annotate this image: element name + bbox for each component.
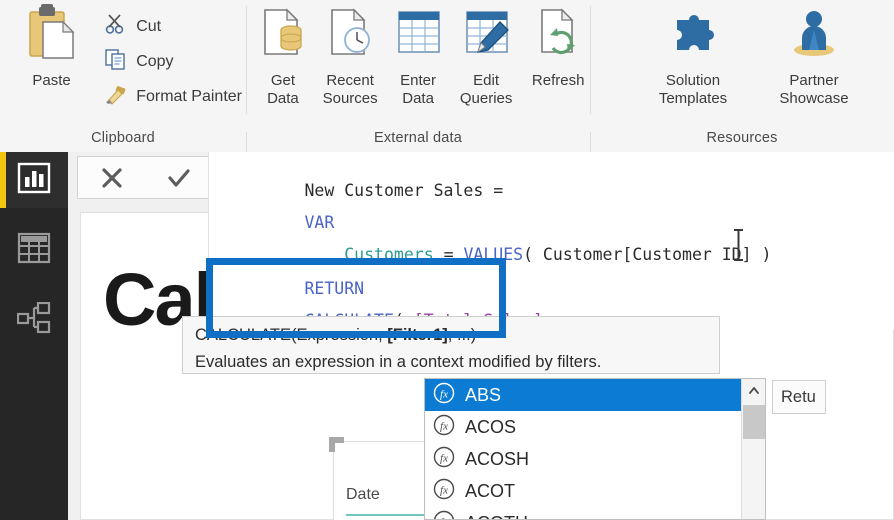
svg-text:fx: fx [440, 420, 448, 432]
recent-sources-label: Recent Sources [322, 72, 378, 107]
sidebar-item-model-view[interactable] [0, 292, 68, 348]
ribbon-group-labels: Clipboard External data Resources [0, 124, 894, 152]
relationships-icon [16, 301, 51, 339]
cut-label: Cut [136, 17, 162, 35]
function-fx-icon: fx [433, 478, 455, 505]
accept-formula-button[interactable] [145, 157, 212, 198]
get-data-label: Get Data [267, 72, 299, 107]
autocomplete-scrollbar[interactable] [741, 379, 765, 519]
enter-data-icon [392, 6, 444, 67]
function-fx-icon: fx [433, 382, 455, 409]
paste-label: Paste [32, 72, 71, 89]
copy-label: Copy [136, 52, 174, 70]
get-data-icon [257, 6, 309, 67]
code-token: = [433, 245, 464, 264]
partner-showcase-icon [786, 6, 842, 67]
formula-bar-actions [77, 156, 213, 199]
recent-sources-icon [324, 6, 376, 67]
sidebar-item-report-view[interactable] [0, 152, 68, 208]
ribbon: Paste Cut Copy Format Painter Get Data R… [0, 0, 894, 152]
group-label-clipboard: Clipboard [91, 130, 155, 146]
cancel-formula-button[interactable] [78, 157, 145, 198]
tooltip-signature: CALCULATE(Expression, [Filter1], ...) [195, 322, 707, 349]
format-painter-label: Format Painter [136, 87, 242, 105]
solution-templates-icon [665, 6, 721, 67]
edit-queries-button[interactable]: Edit Queries [452, 0, 521, 108]
clipboard-small-buttons: Cut Copy Format Painter [101, 0, 246, 113]
refresh-icon [532, 6, 584, 67]
return-button[interactable]: Retu [772, 380, 826, 414]
format-painter-button[interactable]: Format Painter [101, 80, 246, 113]
copy-button[interactable]: Copy [101, 45, 246, 78]
close-icon [101, 167, 122, 188]
paste-button[interactable]: Paste [12, 0, 91, 90]
table-grid-icon [17, 232, 51, 269]
refresh-button[interactable]: Refresh [526, 0, 590, 90]
format-painter-icon [105, 83, 127, 110]
partner-showcase-button[interactable]: Partner Showcase [759, 0, 869, 108]
svg-text:fx: fx [440, 452, 448, 464]
paste-icon [24, 4, 80, 67]
cut-button[interactable]: Cut [101, 10, 246, 43]
autocomplete-item-label: ACOT [465, 480, 516, 501]
partner-showcase-label: Partner Showcase [779, 72, 849, 107]
recent-sources-button[interactable]: Recent Sources [316, 0, 385, 108]
svg-text:fx: fx [440, 388, 448, 400]
dax-formula-editor[interactable]: New Customer Sales = VAR Customers = VAL… [208, 152, 894, 330]
report-view-selection-indicator [0, 152, 6, 208]
workspace: Cal Date Total 1/01/2015 2/01/2015 [0, 152, 894, 520]
svg-text:fx: fx [440, 484, 448, 496]
scrollbar-thumb[interactable] [743, 405, 765, 439]
enter-data-label: Enter Data [400, 72, 437, 107]
scissors-icon [105, 13, 127, 40]
autocomplete-item[interactable]: fx ACOTH [425, 507, 765, 520]
tooltip-description: Evaluates an expression in a context mod… [195, 353, 602, 371]
autocomplete-item-label: ACOS [465, 416, 517, 437]
tooltip-signature-suffix: , ...) [447, 326, 477, 344]
check-icon [167, 168, 190, 187]
group-label-resources: Resources [590, 130, 894, 152]
autocomplete-item[interactable]: fx ACOSH [425, 443, 765, 475]
text-cursor-icon [732, 228, 745, 262]
function-autocomplete-list[interactable]: fx ABS fx ACOS fx ACOSH fx ACOT [424, 378, 766, 520]
group-label-external-data: External data [246, 130, 590, 152]
tooltip-signature-bold: [Filter1] [387, 326, 448, 344]
power-bi-desktop-window: Paste Cut Copy Format Painter Get Data R… [0, 0, 894, 520]
tooltip-signature-prefix: CALCULATE(Expression, [195, 326, 388, 344]
enter-data-button[interactable]: Enter Data [390, 0, 445, 108]
copy-icon [105, 48, 127, 75]
view-navbar [0, 152, 68, 520]
svg-text:fx: fx [440, 516, 448, 520]
autocomplete-item-label: ABS [465, 384, 502, 405]
function-fx-icon: fx [433, 510, 455, 520]
code-token: VALUES [463, 245, 524, 264]
solution-templates-label: Solution Templates [658, 72, 728, 107]
autocomplete-item[interactable]: fx ABS [425, 379, 765, 411]
chevron-up-icon[interactable] [742, 379, 765, 403]
intellisense-tooltip: CALCULATE(Expression, [Filter1], ...) Ev… [182, 316, 720, 374]
resize-handle[interactable] [329, 437, 344, 452]
refresh-label: Refresh [531, 72, 585, 89]
bar-chart-icon [17, 161, 51, 200]
ribbon-group-resources: Solution Templates Partner Showcase [590, 0, 894, 124]
function-fx-icon: fx [433, 446, 455, 473]
function-fx-icon: fx [433, 414, 455, 441]
edit-queries-label: Edit Queries [459, 72, 513, 107]
autocomplete-item[interactable]: fx ACOS [425, 411, 765, 443]
get-data-button[interactable]: Get Data [256, 0, 310, 108]
edit-queries-icon [460, 6, 512, 67]
solution-templates-button[interactable]: Solution Templates [643, 0, 743, 108]
autocomplete-item-label: ACOTH [465, 513, 528, 520]
ribbon-groups: Paste Cut Copy Format Painter Get Data R… [0, 0, 894, 124]
ribbon-group-clipboard: Paste Cut Copy Format Painter [0, 0, 246, 124]
autocomplete-item-label: ACOSH [465, 448, 530, 469]
autocomplete-item[interactable]: fx ACOT [425, 475, 765, 507]
ribbon-group-external-data: Get Data Recent Sources Enter Data Edit … [246, 0, 590, 124]
sidebar-item-data-view[interactable] [0, 222, 68, 278]
